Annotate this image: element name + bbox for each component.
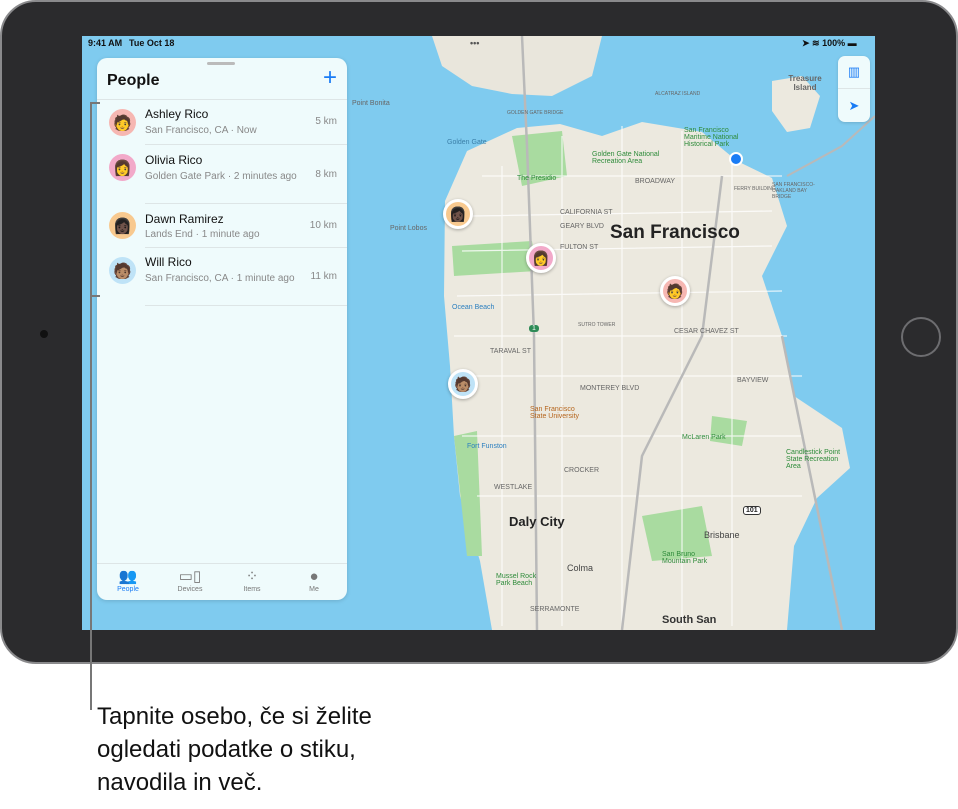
- map-label: Golden Gate: [447, 139, 487, 146]
- people-panel: People + 🧑 Ashley Rico San Francisco, CA…: [97, 58, 347, 600]
- highway-1-shield: 1: [529, 325, 539, 332]
- map-label: Treasure Island: [788, 74, 822, 92]
- map-label: TARAVAL ST: [490, 348, 531, 355]
- map-pin-ashley-rico[interactable]: 🧑: [660, 276, 690, 306]
- map-label: FERRY BUILDING: [734, 186, 776, 192]
- map-label: Colma: [567, 563, 594, 573]
- map-pin-olivia-rico[interactable]: 👩: [526, 243, 556, 273]
- callout-bracket-bottom: [90, 295, 100, 297]
- person-row-olivia-rico[interactable]: 👩 Olivia Rico Golden Gate Park · 2 minut…: [109, 144, 347, 203]
- status-date: Tue Oct 18: [129, 38, 175, 48]
- tab-label: People: [117, 586, 139, 593]
- map-label: Mussel Rock Park Beach: [496, 573, 537, 587]
- tab-label: Items: [243, 586, 261, 593]
- map-pin-dawn-ramirez[interactable]: 👩🏿: [443, 199, 473, 229]
- map-controls: ▥ ➤: [838, 56, 870, 122]
- person-distance: 8 km: [315, 169, 337, 180]
- tab-people[interactable]: 👥 People: [97, 568, 159, 593]
- map-label: The Presidio: [517, 175, 557, 182]
- map-label: CESAR CHAVEZ ST: [674, 328, 739, 335]
- home-button[interactable]: [901, 317, 941, 357]
- person-distance: 5 km: [315, 116, 337, 127]
- tab-me[interactable]: ● Me: [283, 568, 345, 593]
- devices-icon: ▭▯: [178, 568, 202, 585]
- avatar: 🧑: [109, 109, 136, 136]
- tab-label: Me: [309, 586, 319, 593]
- plus-icon[interactable]: +: [323, 66, 337, 90]
- map-label: South San: [662, 614, 717, 626]
- map-label: Golden Gate National Recreation Area: [592, 151, 660, 165]
- panel-title: People: [107, 72, 160, 89]
- person-location: San Francisco, CA · 1 minute ago: [145, 273, 295, 284]
- front-camera: [40, 330, 48, 338]
- map-label: SAN FRANCISCO-OAKLAND BAY BRIDGE: [772, 182, 815, 200]
- person-name: Ashley Rico: [145, 107, 209, 121]
- avatar: 👩: [109, 154, 136, 181]
- map-label: San Francisco Maritime National Historic…: [684, 127, 739, 148]
- highway-101-shield: 101: [743, 506, 761, 515]
- map-label: Point Bonita: [352, 100, 390, 107]
- person-row-dawn-ramirez[interactable]: 👩🏿 Dawn Ramirez Lands End · 1 minute ago…: [109, 203, 347, 247]
- panel-grabber[interactable]: [207, 62, 235, 65]
- items-icon: ⁘: [245, 568, 259, 585]
- map-label: CALIFORNIA ST: [560, 209, 613, 216]
- map-label: CROCKER: [564, 467, 600, 474]
- callout-bracket-top: [90, 102, 100, 104]
- map-label: Brisbane: [704, 530, 740, 540]
- map-label: Fort Funston: [467, 443, 507, 450]
- map-label: BAYVIEW: [737, 377, 769, 384]
- person-location: San Francisco, CA · Now: [145, 125, 257, 136]
- map-label: Ocean Beach: [452, 304, 495, 311]
- person-row-ashley-rico[interactable]: 🧑 Ashley Rico San Francisco, CA · Now 5 …: [97, 99, 347, 144]
- map-label: San Francisco State University: [530, 406, 580, 420]
- map-label: McLaren Park: [682, 434, 726, 441]
- map-label: FULTON ST: [560, 244, 599, 251]
- person-row-will-rico[interactable]: 🧑🏽 Will Rico San Francisco, CA · 1 minut…: [109, 247, 347, 306]
- status-time: 9:41 AM: [88, 38, 123, 48]
- map-label: MONTEREY BLVD: [580, 385, 640, 392]
- map-label: GEARY BLVD: [560, 223, 604, 230]
- map-label: GOLDEN GATE BRIDGE: [507, 110, 564, 116]
- map-label: San Francisco: [610, 222, 740, 243]
- avatar: 👩🏿: [109, 212, 136, 239]
- person-location: Golden Gate Park · 2 minutes ago: [145, 171, 297, 182]
- caption-line: ogledati podatke o stiku,: [97, 736, 356, 763]
- map-label: WESTLAKE: [494, 484, 533, 491]
- map-label: Point Lobos: [390, 225, 427, 232]
- map-label: BROADWAY: [635, 178, 676, 185]
- caption-line: navodila in več.: [97, 769, 263, 796]
- tab-items[interactable]: ⁘ Items: [221, 568, 283, 593]
- tab-devices[interactable]: ▭▯ Devices: [159, 568, 221, 593]
- map-pin-will-rico[interactable]: 🧑🏽: [448, 369, 478, 399]
- avatar: 🧑🏽: [109, 257, 136, 284]
- map-label: ALCATRAZ ISLAND: [655, 91, 701, 97]
- map-label: Candlestick Point State Recreation Area: [786, 449, 841, 470]
- map-label: San Bruno Mountain Park: [662, 551, 708, 565]
- person-name: Will Rico: [145, 255, 192, 269]
- status-icons: ➤ ≋ 100% ▬: [802, 38, 857, 48]
- tab-label: Devices: [177, 586, 203, 593]
- map-icon[interactable]: ▥: [838, 56, 870, 89]
- map-label: SERRAMONTE: [530, 606, 580, 613]
- tab-bar: 👥 People ▭▯ Devices ⁘ Items ● Me: [97, 563, 347, 600]
- people-icon: 👥: [118, 568, 138, 585]
- map-label: Daly City: [509, 514, 565, 529]
- battery-percent: 100%: [822, 38, 846, 48]
- me-icon: ●: [309, 568, 319, 585]
- person-name: Olivia Rico: [145, 153, 203, 167]
- callout-caption: Tapnite osebo, če si želite ogledati pod…: [97, 700, 372, 799]
- location-arrow-icon[interactable]: ➤: [838, 89, 870, 122]
- person-distance: 10 km: [309, 220, 337, 231]
- map-label: SUTRO TOWER: [578, 322, 616, 328]
- callout-line: [90, 102, 92, 710]
- screen: 9:41 AM Tue Oct 18 ••• ➤ ≋ 100% ▬ San Fr…: [82, 36, 875, 630]
- multitask-dots[interactable]: •••: [470, 38, 479, 48]
- person-distance: 11 km: [310, 271, 338, 282]
- caption-line: Tapnite osebo, če si želite: [97, 703, 372, 730]
- person-name: Dawn Ramirez: [145, 212, 224, 226]
- person-location: Lands End · 1 minute ago: [145, 229, 260, 240]
